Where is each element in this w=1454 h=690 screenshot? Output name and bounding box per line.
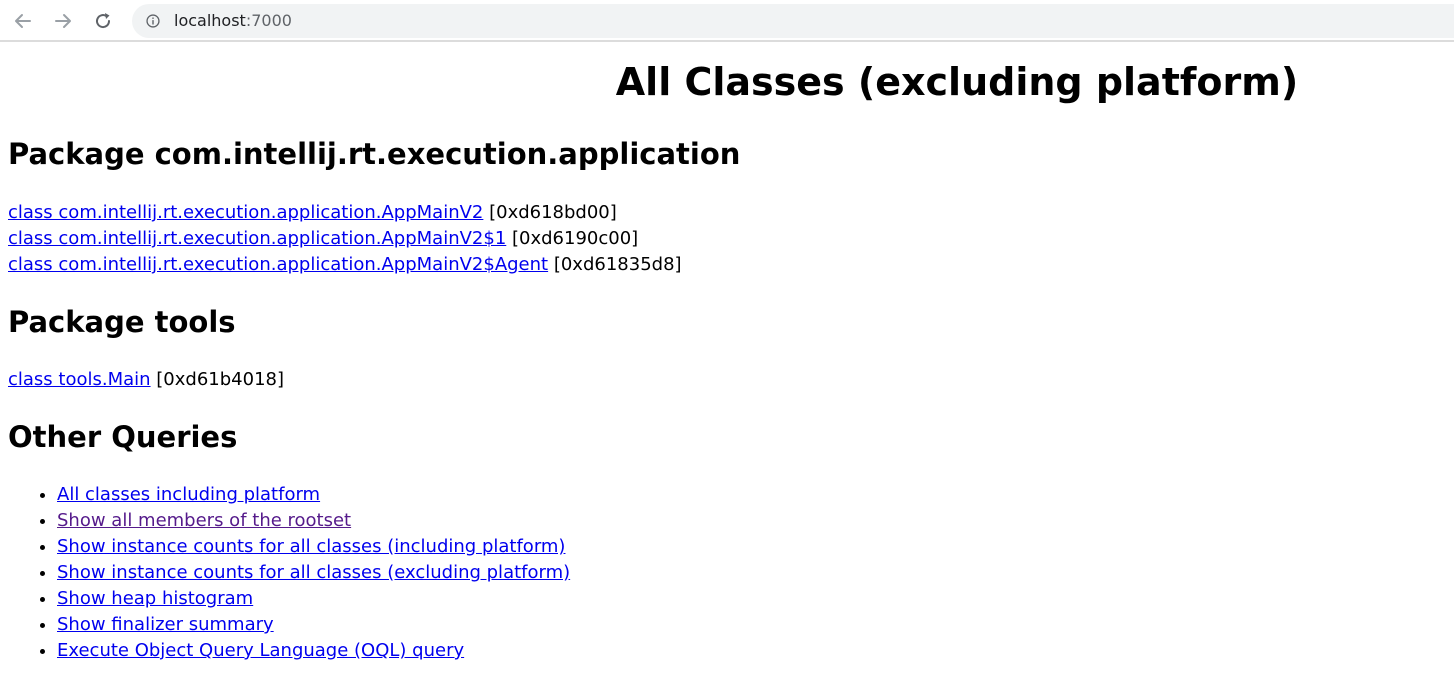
- url-text[interactable]: localhost:7000: [174, 11, 292, 31]
- list-item: Show instance counts for all classes (ex…: [57, 560, 570, 586]
- query-link-rootset[interactable]: Show all members of the rootset: [57, 510, 351, 531]
- arrow-right-icon: [55, 14, 71, 28]
- package-heading: Package com.intellij.rt.execution.applic…: [8, 137, 741, 171]
- class-row: class com.intellij.rt.execution.applicat…: [8, 201, 617, 225]
- list-item: Show all members of the rootset: [57, 508, 570, 534]
- back-button[interactable]: [10, 8, 36, 34]
- other-queries-heading: Other Queries: [8, 420, 238, 454]
- arrow-left-icon: [15, 14, 31, 28]
- class-row: class com.intellij.rt.execution.applicat…: [8, 253, 682, 277]
- reload-icon: [96, 13, 111, 29]
- query-link-all-classes[interactable]: All classes including platform: [57, 484, 320, 505]
- list-item: Show instance counts for all classes (in…: [57, 534, 570, 560]
- query-list: All classes including platform Show all …: [8, 482, 570, 664]
- class-link[interactable]: class com.intellij.rt.execution.applicat…: [8, 228, 506, 249]
- info-icon[interactable]: [146, 14, 160, 28]
- class-address: [0xd6190c00]: [506, 228, 639, 249]
- address-bar[interactable]: localhost:7000: [132, 4, 1454, 38]
- class-link[interactable]: class tools.Main: [8, 369, 151, 390]
- class-address: [0xd61835d8]: [548, 254, 682, 275]
- class-link[interactable]: class com.intellij.rt.execution.applicat…: [8, 254, 548, 275]
- query-link-oql[interactable]: Execute Object Query Language (OQL) quer…: [57, 640, 464, 661]
- list-item: Show finalizer summary: [57, 612, 570, 638]
- class-row: class tools.Main [0xd61b4018]: [8, 368, 284, 392]
- url-port: :7000: [245, 11, 292, 30]
- list-item: Execute Object Query Language (OQL) quer…: [57, 638, 570, 664]
- query-link-instance-counts-excluding[interactable]: Show instance counts for all classes (ex…: [57, 562, 570, 583]
- class-address: [0xd61b4018]: [150, 369, 284, 390]
- reload-button[interactable]: [90, 8, 116, 34]
- package-heading: Package tools: [8, 305, 236, 339]
- forward-button[interactable]: [50, 8, 76, 34]
- class-address: [0xd618bd00]: [483, 202, 617, 223]
- browser-toolbar: localhost:7000: [0, 0, 1454, 42]
- url-host: localhost: [174, 11, 246, 30]
- class-link[interactable]: class com.intellij.rt.execution.applicat…: [8, 202, 483, 223]
- list-item: Show heap histogram: [57, 586, 570, 612]
- class-row: class com.intellij.rt.execution.applicat…: [8, 227, 638, 251]
- query-link-heap-histogram[interactable]: Show heap histogram: [57, 588, 253, 609]
- query-link-finalizer-summary[interactable]: Show finalizer summary: [57, 614, 274, 635]
- page-title: All Classes (excluding platform): [615, 60, 1299, 104]
- list-item: All classes including platform: [57, 482, 570, 508]
- query-link-instance-counts-including[interactable]: Show instance counts for all classes (in…: [57, 536, 565, 557]
- page-content: All Classes (excluding platform) Package…: [0, 44, 1454, 690]
